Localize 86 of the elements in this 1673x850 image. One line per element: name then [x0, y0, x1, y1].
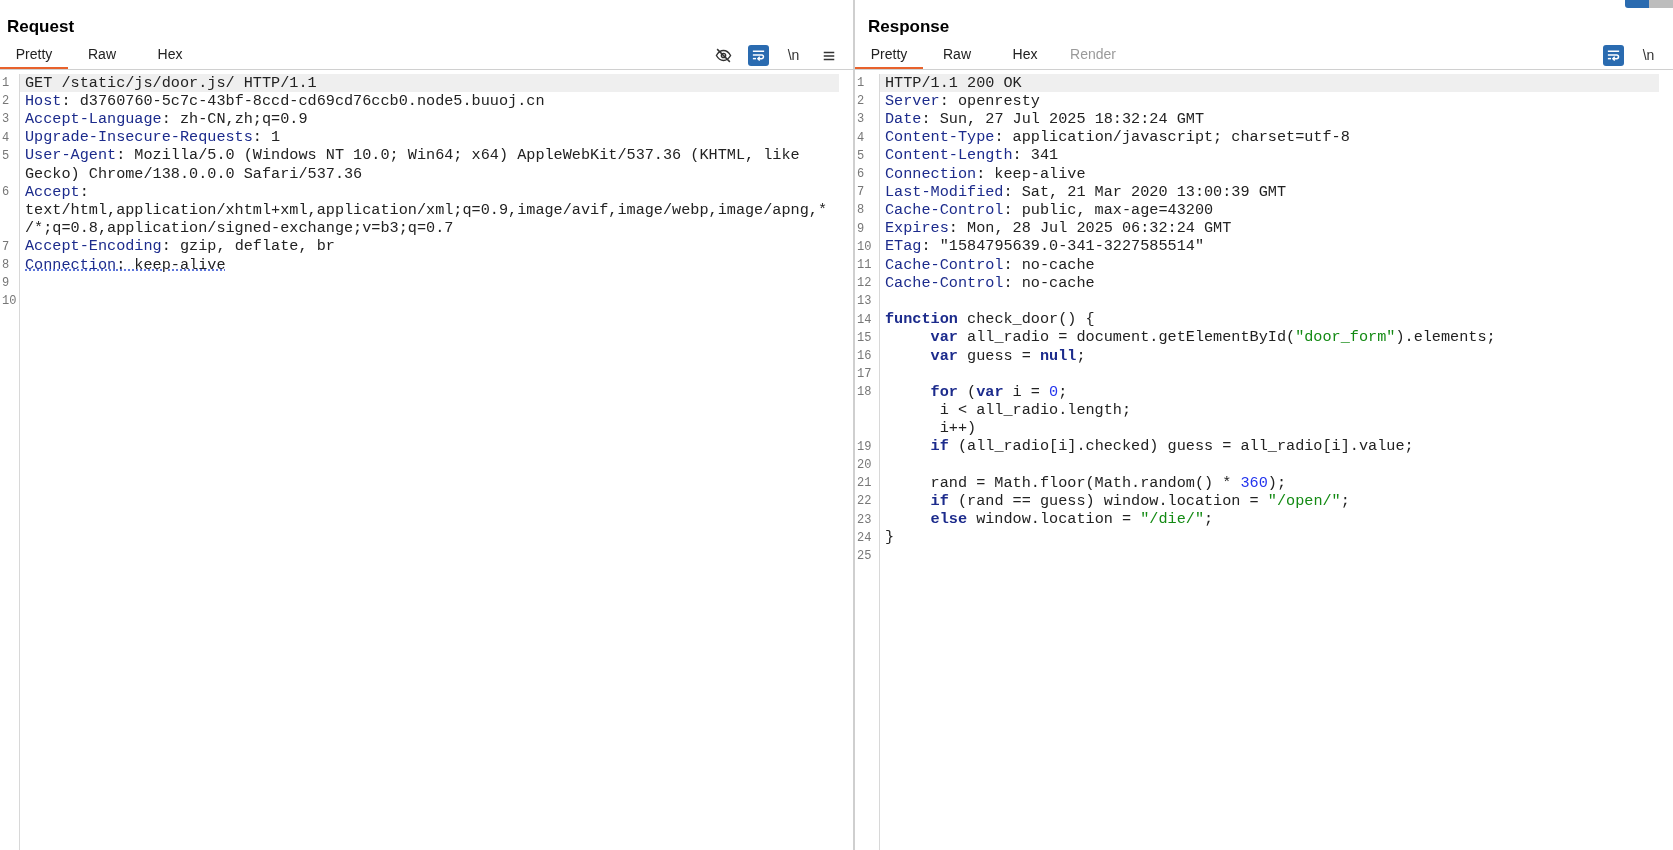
code-text: (all_radio[i].checked) guess = all_radio[i].value;	[956, 436, 1414, 458]
line-number: 13	[857, 293, 872, 311]
line-number: 6	[857, 166, 865, 184]
view-tab[interactable]: Pretty	[0, 42, 68, 69]
line-number: 10	[2, 293, 17, 311]
code-text: ).elements;	[1395, 327, 1496, 349]
code-text: : public, max-age=43200	[1003, 200, 1214, 221]
wrap-icon	[751, 48, 766, 63]
code-text: : Sun, 27 Jul 2025 18:32:24 GMT	[921, 109, 1204, 130]
pane-title: Request	[7, 15, 75, 38]
code-text: (rand == guess) window.location =	[956, 491, 1260, 512]
code-text: text/html,application/xhtml+xml,application/xml;q=0.9,image/avif,image/webp,image/apng,*	[25, 200, 828, 221]
code-text: rand = Math.floor(Math.random() *	[929, 472, 1233, 494]
code-text: ;	[1340, 491, 1350, 512]
line-number: 4	[857, 129, 865, 147]
line-number: 11	[857, 256, 872, 274]
header-name: Accept-Language	[25, 109, 162, 130]
line-number: 18	[857, 384, 872, 402]
line-number: 21	[857, 475, 872, 493]
line-number: 3	[2, 111, 10, 129]
line-number: 5	[2, 147, 10, 165]
pane-title: Response	[868, 15, 950, 38]
code-text: : Mon, 28 Jul 2025 06:32:24 GMT	[948, 218, 1232, 239]
line-number: 16	[857, 347, 872, 365]
code-keyword: for	[929, 381, 958, 403]
line-number: 17	[857, 366, 872, 384]
code-text: i < all_radio.length;	[938, 400, 1132, 421]
code-text: : application/javascript; charset=utf-8	[994, 127, 1350, 148]
header-name: Upgrade-Insecure-Requests	[25, 127, 253, 148]
code-number: 0	[1049, 381, 1059, 403]
line-number: 14	[857, 311, 872, 329]
code-keyword: if	[929, 436, 949, 458]
line-number: 6	[2, 184, 10, 202]
line-number: 2	[857, 93, 865, 111]
code-text: }	[885, 527, 895, 549]
newline-toggle-button[interactable]: \n	[783, 45, 804, 66]
line-number: 8	[2, 256, 10, 274]
view-tab[interactable]: Raw	[68, 42, 136, 69]
line-number: 1	[857, 75, 865, 93]
header-name: Expires	[885, 218, 949, 239]
code-text: /*;q=0.8,application/signed-exchange;v=b3;q=0.7	[25, 218, 454, 239]
code-string: "/die/"	[1140, 509, 1204, 531]
line-number: 15	[857, 329, 872, 347]
line-number: 22	[857, 493, 872, 511]
line-number: 3	[857, 111, 865, 129]
line-number: 25	[857, 547, 872, 565]
code-keyword: var	[976, 381, 1004, 403]
code-text: );	[1267, 472, 1287, 494]
code-string: "door_form"	[1295, 327, 1396, 349]
line-number: 4	[2, 129, 10, 147]
code-text: (	[966, 381, 977, 403]
line-number: 7	[2, 238, 10, 256]
line-number: 1	[2, 75, 10, 93]
code-text: ;	[1204, 509, 1214, 531]
code-string: "/open/"	[1267, 491, 1341, 512]
wrap-icon	[1606, 48, 1621, 63]
code-text: check_door() {	[966, 309, 1095, 330]
word-wrap-button[interactable]	[748, 45, 769, 66]
view-tab[interactable]: Hex	[136, 42, 204, 69]
line-number: 5	[857, 147, 865, 165]
line-number: 2	[2, 93, 10, 111]
word-wrap-button[interactable]	[1603, 45, 1624, 66]
view-tab[interactable]: Pretty	[855, 42, 923, 69]
line-number: 19	[857, 438, 872, 456]
line-number: 7	[857, 184, 865, 202]
header-name: Cache-Control	[885, 200, 1004, 221]
newline-toggle-button[interactable]: \n	[1638, 45, 1659, 66]
line-number: 23	[857, 511, 872, 529]
line-number: 9	[857, 220, 865, 238]
line-number: 9	[2, 275, 10, 293]
code-text: : zh-CN,zh;q=0.9	[161, 109, 308, 130]
line-number: 8	[857, 202, 865, 220]
code-text: ;	[1058, 381, 1068, 403]
code-keyword: else	[929, 509, 968, 531]
code-number: 360	[1240, 472, 1268, 494]
view-tab[interactable]: Raw	[923, 42, 991, 69]
code-keyword: if	[929, 491, 949, 512]
code-text: : 1	[252, 127, 281, 148]
code-text: i =	[1011, 381, 1041, 403]
line-number: 20	[857, 457, 872, 475]
line-number: 10	[857, 238, 872, 256]
code-text: window.location =	[975, 509, 1133, 531]
code-text: i++)	[938, 418, 977, 439]
line-number: 24	[857, 529, 872, 547]
view-tab[interactable]: Hex	[991, 42, 1059, 69]
line-number: 12	[857, 275, 872, 293]
